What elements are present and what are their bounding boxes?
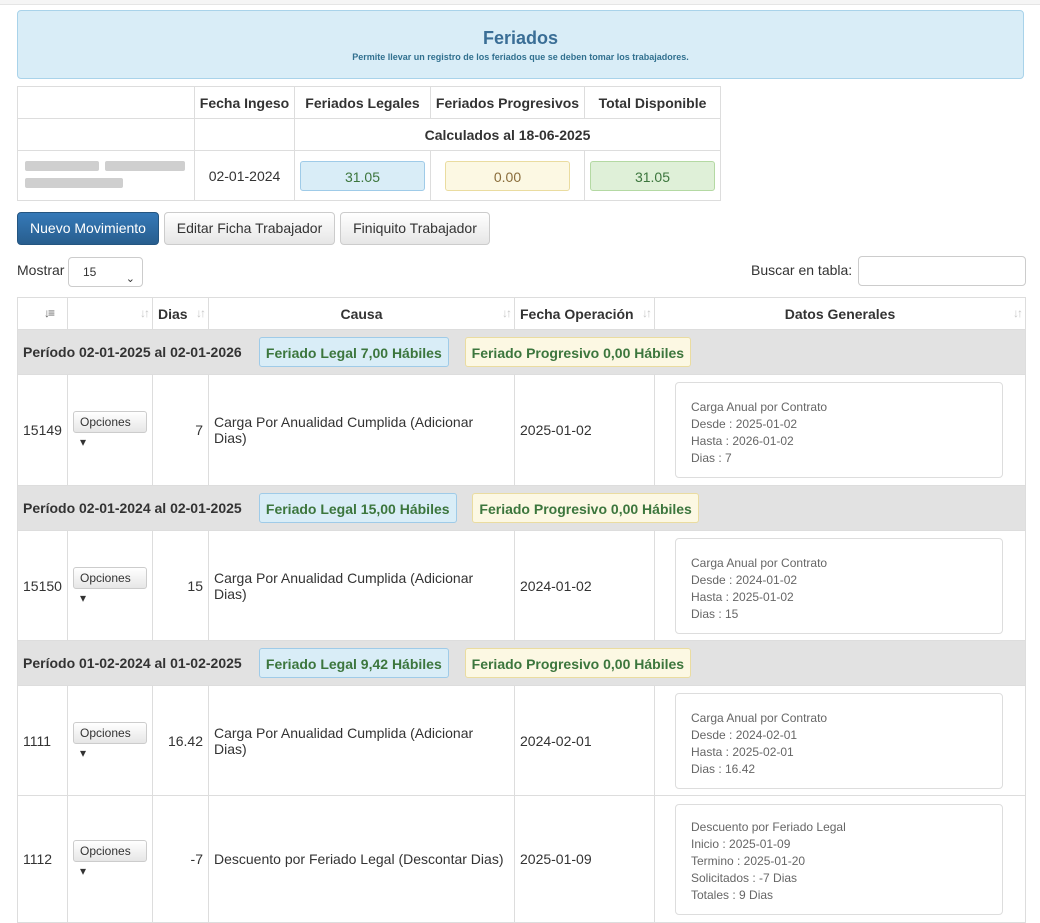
- summary-cell-empty: [17, 118, 195, 151]
- column-header-causa[interactable]: Causa ↓↑: [208, 297, 515, 330]
- period-label: Período 01-02-2024 al 01-02-2025: [23, 655, 242, 671]
- column-header-fecha[interactable]: Fecha Operación ↓↑: [514, 297, 655, 330]
- period-group-row: Período 01-02-2024 al 01-02-2025 Feriado…: [17, 640, 1026, 686]
- calculated-note: Calculados al 18-06-2025: [294, 118, 721, 151]
- sort-icon: ↓↑: [140, 306, 150, 320]
- opciones-button[interactable]: Opciones ▾: [73, 840, 147, 878]
- nuevo-movimiento-button[interactable]: Nuevo Movimiento: [17, 212, 159, 245]
- editar-ficha-button[interactable]: Editar Ficha Trabajador: [164, 212, 335, 245]
- search-input[interactable]: [858, 256, 1026, 286]
- sort-icon: ↓↑: [502, 306, 512, 320]
- search-label: Buscar en tabla:: [751, 262, 853, 278]
- movimientos-table: ↓≡ ↓↑ Dias ↓↑ Causa ↓↑ Fecha Operación ↓↑ D…: [17, 297, 1026, 923]
- opciones-button[interactable]: Opciones ▾: [73, 721, 147, 760]
- row-causa: Carga Por Anualidad Cumplida (Adicionar …: [208, 685, 515, 796]
- total-value: 31.05: [590, 160, 715, 191]
- sort-icon: ↓↑: [1013, 306, 1023, 320]
- column-header-id[interactable]: ↓≡: [17, 297, 68, 330]
- chevron-down-icon: ⌄: [125, 273, 135, 285]
- legales-value: 31.05: [300, 160, 425, 191]
- sort-numeric-desc-icon: ↓≡: [43, 306, 55, 320]
- summary-header-progresivos: Feriados Progresivos: [430, 86, 585, 119]
- summary-header-total: Total Disponible: [584, 86, 721, 119]
- column-header-opciones[interactable]: ↓↑: [67, 297, 153, 330]
- page-subtitle: Permite llevar un registro de los feriad…: [352, 52, 689, 62]
- summary-header-empty: [17, 86, 195, 119]
- fecha-ingreso-value: 02-01-2024: [194, 150, 295, 201]
- period-group-row: Período 02-01-2024 al 02-01-2025 Feriado…: [17, 485, 1026, 531]
- feriado-progresivo-badge: Feriado Progresivo 0,00 Hábiles: [472, 493, 699, 523]
- row-causa: Carga Por Anualidad Cumplida (Adicionar …: [208, 374, 515, 486]
- page-title: Feriados: [482, 28, 559, 48]
- feriado-legal-badge: Feriado Legal 15,00 Hábiles: [258, 493, 457, 523]
- row-dias: -7: [152, 795, 209, 923]
- page-length-value: 15: [83, 265, 97, 279]
- row-id: 15149: [17, 374, 68, 486]
- page-length-select[interactable]: 15 ⌄: [68, 257, 143, 287]
- finiquito-button[interactable]: Finiquito Trabajador: [340, 212, 490, 245]
- sort-icon: ↓↑: [196, 306, 206, 320]
- row-causa: Carga Por Anualidad Cumplida (Adicionar …: [208, 530, 515, 641]
- row-fecha: 2025-01-09: [514, 795, 655, 923]
- feriado-progresivo-badge: Feriado Progresivo 0,00 Hábiles: [464, 648, 692, 678]
- row-causa: Descuento por Feriado Legal (Descontar D…: [208, 795, 515, 923]
- row-fecha: 2025-01-02: [514, 374, 655, 486]
- table-row: 1112 Opciones ▾ -7 Descuento por Feriado…: [17, 795, 1026, 923]
- period-label: Período 02-01-2025 al 02-01-2026: [23, 344, 242, 360]
- table-row: 1111 Opciones ▾ 16.42 Carga Por Anualida…: [17, 685, 1026, 796]
- datos-generales-card: Carga Anual por Contrato Desde : 2025-01…: [675, 382, 1003, 478]
- opciones-button[interactable]: Opciones ▾: [73, 566, 147, 605]
- row-fecha: 2024-02-01: [514, 685, 655, 796]
- column-header-datos[interactable]: Datos Generales ↓↑: [654, 297, 1026, 330]
- datos-generales-card: Carga Anual por Contrato Desde : 2024-02…: [675, 692, 1003, 789]
- feriado-legal-badge: Feriado Legal 7,00 Hábiles: [258, 337, 449, 367]
- column-header-dias[interactable]: Dias ↓↑: [152, 297, 209, 330]
- period-label: Período 02-01-2024 al 02-01-2025: [23, 500, 242, 516]
- row-id: 1111: [17, 685, 68, 796]
- sort-icon: ↓↑: [642, 306, 652, 320]
- feriado-legal-badge: Feriado Legal 9,42 Hábiles: [258, 648, 449, 678]
- summary-header-legales: Feriados Legales: [294, 86, 431, 119]
- row-dias: 16.42: [152, 685, 209, 796]
- feriado-progresivo-badge: Feriado Progresivo 0,00 Hábiles: [464, 337, 692, 367]
- worker-name-redacted: [17, 150, 195, 201]
- datos-generales-card: Descuento por Feriado Legal Inicio : 202…: [675, 803, 1003, 915]
- row-id: 15150: [17, 530, 68, 641]
- summary-header-ingreso: Fecha Ingeso: [194, 86, 295, 119]
- top-border: [0, 0, 1040, 5]
- page-header: Feriados Permite llevar un registro de l…: [17, 10, 1024, 79]
- period-group-row: Período 02-01-2025 al 02-01-2026 Feriado…: [17, 329, 1026, 375]
- opciones-button[interactable]: Opciones ▾: [73, 411, 147, 449]
- row-dias: 7: [152, 374, 209, 486]
- row-fecha: 2024-01-02: [514, 530, 655, 641]
- row-dias: 15: [152, 530, 209, 641]
- summary-table: Fecha Ingeso Feriados Legales Feriados P…: [17, 86, 721, 201]
- table-row: 15150 Opciones ▾ 15 Carga Por Anualidad …: [17, 530, 1026, 641]
- mostrar-label: Mostrar: [17, 262, 65, 278]
- datos-generales-card: Carga Anual por Contrato Desde : 2024-01…: [675, 537, 1003, 634]
- summary-cell-empty: [194, 118, 295, 151]
- table-row: 15149 Opciones ▾ 7 Carga Por Anualidad C…: [17, 374, 1026, 486]
- progresivos-value: 0.00: [445, 160, 570, 191]
- row-id: 1112: [17, 795, 68, 923]
